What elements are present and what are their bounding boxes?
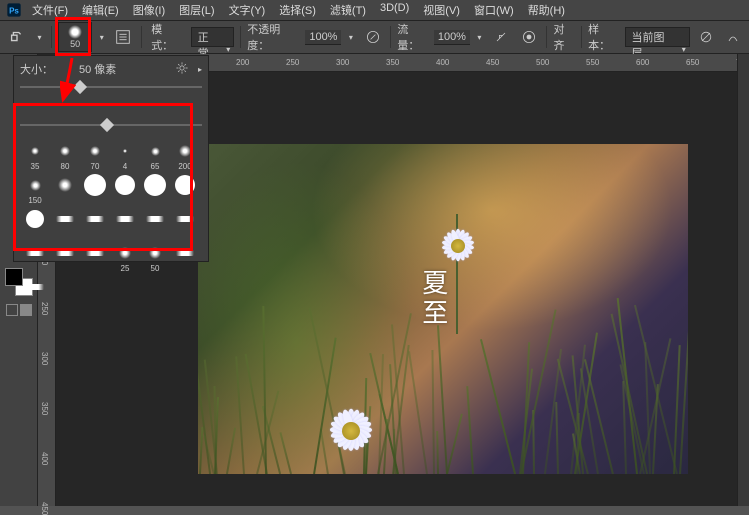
brush-preset-item[interactable] (22, 276, 48, 308)
brush-preset-item[interactable] (22, 208, 48, 240)
brush-preset-dropdown-arrow[interactable]: ▾ (96, 33, 108, 42)
brush-preset-item[interactable]: 200 (172, 140, 198, 172)
flow-label: 流量： (397, 21, 429, 53)
brush-preset-item[interactable] (82, 208, 108, 240)
brush-panel-toggle[interactable] (112, 25, 136, 49)
svg-text:Ps: Ps (9, 6, 19, 15)
brush-preset-item[interactable] (112, 174, 138, 206)
brush-grid: 358070465200 150 2550 (20, 138, 202, 310)
ignore-adjustment-icon[interactable] (694, 25, 718, 49)
brush-preset-picker[interactable]: 50 (58, 22, 91, 52)
menu-item[interactable]: 选择(S) (272, 2, 323, 18)
pressure-opacity-icon[interactable] (361, 25, 385, 49)
brush-preset-item[interactable] (52, 174, 78, 206)
pressure-size-icon[interactable] (517, 25, 541, 49)
menu-item[interactable]: 窗口(W) (467, 2, 521, 18)
size-value[interactable]: 50 像素 (79, 61, 116, 77)
right-panel-strip[interactable] (737, 54, 749, 506)
airbrush-icon[interactable] (489, 25, 513, 49)
brush-preset-item[interactable]: 4 (112, 140, 138, 172)
menu-item[interactable]: 帮助(H) (521, 2, 572, 18)
size-slider[interactable] (20, 80, 202, 94)
brush-preset-item[interactable] (82, 174, 108, 206)
brush-preset-item[interactable]: 80 (52, 140, 78, 172)
sample-label: 样本： (588, 21, 620, 53)
sample-select[interactable]: 当前图层 ▾ (625, 27, 690, 47)
brush-size-label: 50 (70, 39, 80, 49)
menu-item[interactable]: 文件(F) (25, 2, 75, 18)
brush-preset-item[interactable]: 25 (112, 242, 138, 274)
brush-preset-item[interactable] (172, 242, 198, 274)
brush-preset-item[interactable] (172, 208, 198, 240)
photoshop-logo: Ps (3, 1, 25, 19)
menu-item[interactable]: 编辑(E) (75, 2, 126, 18)
mode-label: 模式： (148, 21, 186, 53)
brush-preset-item[interactable] (52, 242, 78, 274)
brush-preset-item[interactable]: 150 (22, 174, 48, 206)
aligned-label[interactable]: 对齐 (553, 21, 575, 53)
menu-item[interactable]: 文字(Y) (222, 2, 273, 18)
brush-preset-item[interactable]: 65 (142, 140, 168, 172)
brush-preset-item[interactable] (22, 242, 48, 274)
options-bar: ▾ 50 ▾ 模式： 正常 ▾ 不透明度： 100% ▾ 流量： 100% ▾ … (0, 20, 749, 54)
brush-preset-item[interactable]: 50 (142, 242, 168, 274)
flow-value[interactable]: 100% (434, 30, 470, 45)
blend-mode-select[interactable]: 正常 ▾ (191, 27, 235, 47)
brush-preset-item[interactable] (52, 208, 78, 240)
brush-preset-panel: 大小： 50 像素 ▸ 硬度： 3580704652001502550 (13, 55, 209, 262)
tool-preset-dropdown[interactable]: ▾ (34, 33, 46, 42)
brush-preset-item[interactable]: 70 (82, 140, 108, 172)
size-label: 大小： (20, 61, 53, 77)
pressure-icon[interactable] (721, 25, 745, 49)
brush-preset-item[interactable]: 35 (22, 140, 48, 172)
opacity-dropdown[interactable]: ▾ (345, 33, 357, 42)
document-canvas[interactable]: 夏至 (198, 144, 688, 474)
brush-preset-item[interactable] (172, 174, 198, 206)
menu-item[interactable]: 图像(I) (126, 2, 172, 18)
menu-bar: Ps 文件(F)编辑(E)图像(I)图层(L)文字(Y)选择(S)滤镜(T)3D… (0, 0, 749, 20)
brush-preset-item[interactable] (142, 208, 168, 240)
menu-item[interactable]: 图层(L) (172, 2, 221, 18)
hardness-slider[interactable] (20, 118, 202, 132)
flow-dropdown[interactable]: ▾ (474, 33, 486, 42)
menu-item[interactable]: 滤镜(T) (323, 2, 373, 18)
opacity-label: 不透明度： (247, 21, 301, 53)
brush-preset-item[interactable] (82, 242, 108, 274)
opacity-value[interactable]: 100% (305, 30, 341, 45)
brush-preset-item[interactable] (142, 174, 168, 206)
gear-icon[interactable] (175, 61, 189, 78)
clone-stamp-tool-icon (4, 24, 30, 50)
menu-item[interactable]: 视图(V) (416, 2, 467, 18)
menu-item[interactable]: 3D(D) (373, 2, 416, 18)
brush-preset-item[interactable] (112, 208, 138, 240)
canvas-text: 夏至 (415, 269, 452, 329)
